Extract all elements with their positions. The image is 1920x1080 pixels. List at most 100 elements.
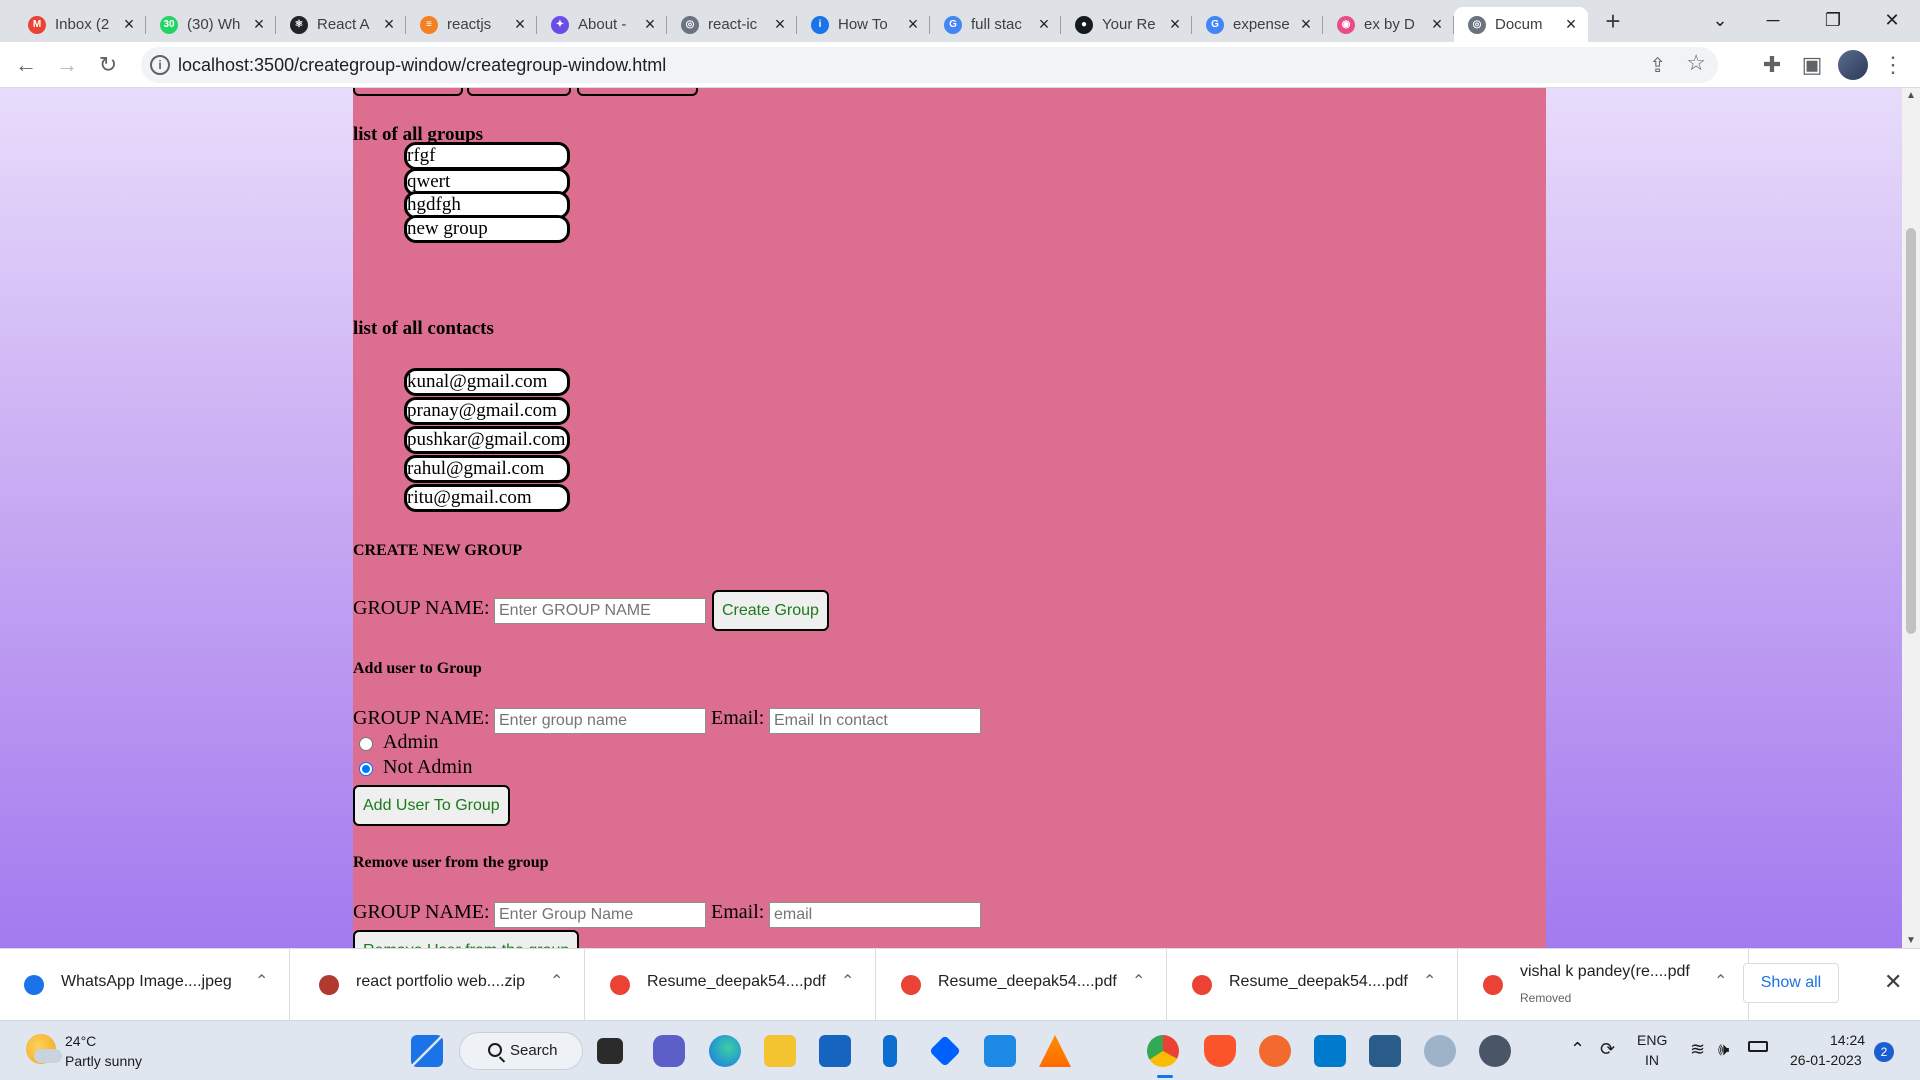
tab-close-icon[interactable]: × (250, 14, 268, 35)
browser-tab[interactable]: ◎ Docum × (1454, 7, 1588, 42)
remove-user-button[interactable]: Remove User from the group (353, 930, 580, 948)
browser-tab[interactable]: ≡ reactjs × (406, 7, 537, 42)
brave-icon[interactable] (1204, 1035, 1236, 1067)
browser-tab[interactable]: i How To × (797, 7, 930, 42)
chevron-up-icon[interactable]: ⌃ (1714, 971, 1727, 991)
new-tab-button[interactable]: + (1598, 8, 1628, 36)
chevron-up-icon[interactable]: ⌃ (255, 971, 268, 991)
back-button[interactable]: ← (10, 49, 42, 81)
add-user-button[interactable]: Add User To Group (353, 785, 510, 826)
close-window-button[interactable]: ✕ (1864, 0, 1920, 40)
browser-tab[interactable]: Gfull stac × (930, 7, 1061, 42)
add-user-group-input[interactable] (494, 708, 706, 734)
contact-list-item[interactable]: ritu@gmail.com (404, 484, 570, 512)
browser-tab[interactable]: ● Your Re × (1061, 7, 1192, 42)
mail-icon[interactable] (984, 1035, 1016, 1067)
sync-icon[interactable]: ⟳ (1600, 1039, 1615, 1060)
tab-close-icon[interactable]: × (1297, 14, 1315, 35)
browser-tab[interactable]: ⚛ React A × (276, 7, 406, 42)
admin-radio[interactable] (359, 737, 373, 751)
task-view-icon[interactable] (597, 1038, 623, 1064)
page-scrollbar[interactable]: ▲ ▼ (1902, 88, 1920, 948)
download-item[interactable]: vishal k pandey(re....pdf Removed ⌃ (1459, 949, 1749, 1021)
top-button-stub[interactable] (467, 88, 571, 96)
scroll-down-arrow-icon[interactable]: ▼ (1902, 935, 1920, 946)
menu-kebab-icon[interactable]: ⋮ (1877, 49, 1909, 81)
reload-button[interactable]: ↻ (92, 49, 124, 81)
tab-close-icon[interactable]: × (771, 14, 789, 35)
battery-icon[interactable] (1748, 1041, 1768, 1052)
forward-button[interactable]: → (51, 49, 83, 81)
clock-date[interactable]: 26-01-2023 (1790, 1052, 1862, 1068)
contact-list-item[interactable]: kunal@gmail.com (404, 368, 570, 396)
chevron-up-icon[interactable]: ⌃ (841, 971, 854, 991)
file-explorer-icon[interactable] (764, 1035, 796, 1067)
vlc-icon[interactable] (1039, 1035, 1071, 1067)
notification-badge[interactable]: 2 (1874, 1042, 1894, 1062)
tab-close-icon[interactable]: × (1035, 14, 1053, 35)
not-admin-radio[interactable] (359, 762, 373, 776)
chevron-up-icon[interactable]: ⌃ (550, 971, 563, 991)
profile-avatar[interactable] (1838, 50, 1868, 80)
settings-gear-icon[interactable] (1479, 1035, 1511, 1067)
create-group-button[interactable]: Create Group (712, 590, 829, 631)
show-all-downloads-button[interactable]: Show all (1743, 963, 1839, 1003)
tab-close-icon[interactable]: × (380, 14, 398, 35)
weather-temperature[interactable]: 24°C (65, 1033, 96, 1049)
tab-close-icon[interactable]: × (1428, 14, 1446, 35)
download-item[interactable]: Resume_deepak54....pdf ⌃ (1168, 949, 1458, 1021)
volume-icon[interactable]: 🕪 (1718, 1039, 1729, 1060)
bookmark-star-icon[interactable]: ☆ (1686, 50, 1706, 76)
terminal-icon[interactable] (1369, 1035, 1401, 1067)
download-item[interactable]: WhatsApp Image....jpeg ⌃ (0, 949, 290, 1021)
tab-close-icon[interactable]: × (511, 14, 529, 35)
top-button-stub[interactable] (353, 88, 463, 96)
chevron-up-icon[interactable]: ⌃ (1423, 971, 1436, 991)
tab-close-icon[interactable]: × (120, 14, 138, 35)
scrollbar-thumb[interactable] (1906, 228, 1916, 634)
language-top[interactable]: ENG (1637, 1032, 1667, 1048)
close-downloads-icon[interactable]: ✕ (1884, 969, 1902, 995)
browser-tab[interactable]: ◎ react-ic × (667, 7, 797, 42)
tab-close-icon[interactable]: × (904, 14, 922, 35)
scroll-up-arrow-icon[interactable]: ▲ (1902, 90, 1920, 101)
top-button-stub[interactable] (577, 88, 698, 96)
extensions-puzzle-icon[interactable]: ✚ (1756, 49, 1788, 81)
side-panel-icon[interactable]: ▣ (1796, 49, 1828, 81)
contact-list-item[interactable]: pushkar@gmail.com (404, 426, 570, 454)
share-icon[interactable]: ⇪ (1649, 53, 1666, 78)
download-item[interactable]: react portfolio web....zip ⌃ (295, 949, 585, 1021)
add-user-email-input[interactable] (769, 708, 981, 734)
tab-close-icon[interactable]: × (1166, 14, 1184, 35)
teams-chat-icon[interactable] (653, 1035, 685, 1067)
address-bar[interactable]: i localhost:3500/creategroup-window/crea… (141, 47, 1718, 83)
tab-search-icon[interactable]: ⌄ (1692, 0, 1748, 40)
network-app-icon[interactable] (1424, 1035, 1456, 1067)
vscode-icon[interactable] (1314, 1035, 1346, 1067)
site-info-icon[interactable]: i (150, 55, 170, 75)
remove-user-email-input[interactable] (769, 902, 981, 928)
group-list-item[interactable]: rfgf (404, 142, 570, 170)
microsoft-store-icon[interactable] (819, 1035, 851, 1067)
postman-icon[interactable] (1259, 1035, 1291, 1067)
chevron-up-icon[interactable]: ⌃ (1132, 971, 1145, 991)
restore-button[interactable]: ❐ (1805, 0, 1861, 40)
download-item[interactable]: Resume_deepak54....pdf ⌃ (586, 949, 876, 1021)
browser-tab[interactable]: ◉ ex by D × (1323, 7, 1454, 42)
browser-tab[interactable]: 30 (30) Wh × (146, 7, 276, 42)
create-group-name-input[interactable] (494, 598, 706, 624)
pinned-app-icon[interactable] (883, 1035, 897, 1067)
tab-close-icon[interactable]: × (641, 14, 659, 35)
tab-close-icon[interactable]: × (1562, 14, 1580, 35)
windows-start-icon[interactable] (411, 1035, 443, 1067)
browser-tab[interactable]: ✦ About - × (537, 7, 667, 42)
contact-list-item[interactable]: rahul@gmail.com (404, 455, 570, 483)
minimize-button[interactable]: ─ (1745, 0, 1801, 40)
clock-time[interactable]: 14:24 (1830, 1032, 1865, 1048)
contact-list-item[interactable]: pranay@gmail.com (404, 397, 570, 425)
browser-tab[interactable]: M Inbox (2 × (14, 7, 146, 42)
browser-tab[interactable]: Gexpense × (1192, 7, 1323, 42)
download-item[interactable]: Resume_deepak54....pdf ⌃ (877, 949, 1167, 1021)
tray-overflow-chevron-icon[interactable]: ⌃ (1570, 1039, 1585, 1060)
chrome-icon[interactable] (1147, 1035, 1179, 1067)
